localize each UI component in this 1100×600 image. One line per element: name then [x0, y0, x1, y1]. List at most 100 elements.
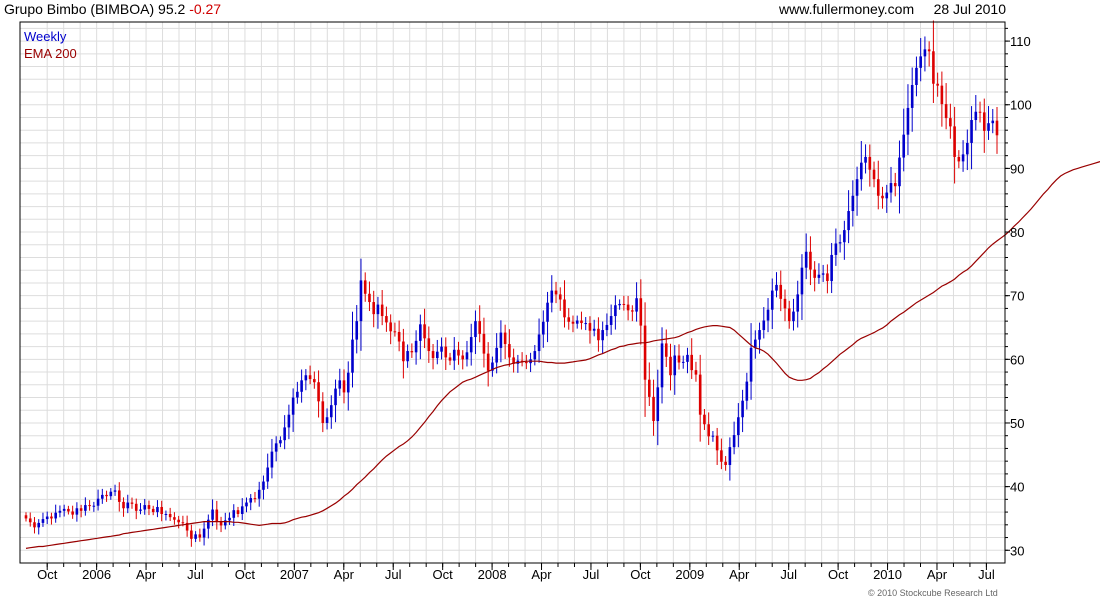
- candle-body: [232, 510, 236, 518]
- candle-body: [109, 491, 113, 497]
- candle-body: [762, 320, 766, 331]
- copyright: © 2010 Stockcube Research Ltd: [868, 588, 998, 598]
- candle-body: [910, 85, 914, 108]
- candles: [24, 20, 999, 547]
- candle-body: [745, 381, 749, 401]
- candle-body: [363, 280, 367, 294]
- candle-body: [160, 506, 163, 514]
- candle-body: [546, 302, 549, 322]
- candle-body: [423, 324, 426, 339]
- candle-body: [851, 195, 855, 212]
- candle-body: [626, 304, 630, 311]
- candle-body: [537, 334, 541, 352]
- candle-body: [58, 510, 62, 513]
- candle-body: [397, 331, 401, 342]
- grid: [20, 22, 1005, 563]
- candle-body: [62, 508, 66, 511]
- candle-body: [84, 505, 87, 511]
- plot-frame: [19, 21, 1006, 564]
- candle-body: [486, 353, 490, 371]
- candle-body: [45, 516, 49, 520]
- candle-body: [96, 498, 100, 506]
- candle-body: [351, 339, 354, 373]
- candle-body: [151, 508, 155, 513]
- candle-body: [648, 379, 651, 397]
- candle-body: [961, 154, 965, 162]
- candle-body: [296, 391, 299, 398]
- candle-body: [622, 303, 626, 305]
- candle-body: [885, 192, 889, 199]
- candle-body: [821, 273, 825, 275]
- candle-body: [270, 451, 274, 468]
- candle-body: [588, 323, 592, 331]
- candle-body: [932, 51, 935, 84]
- candle-body: [584, 323, 588, 325]
- candle-body: [533, 351, 537, 360]
- candle-body: [376, 304, 380, 315]
- candle-body: [754, 339, 757, 348]
- x-tick-label: Jul: [385, 567, 402, 582]
- candle-body: [978, 111, 982, 113]
- candle-body: [389, 322, 392, 332]
- y-tick-label: 50: [1010, 416, 1024, 431]
- candle-body: [257, 489, 261, 499]
- candle-body: [605, 324, 609, 331]
- candle-body: [134, 503, 138, 511]
- candle-body: [970, 120, 973, 143]
- candle-body: [452, 349, 456, 361]
- x-tick-label: Apr: [136, 567, 157, 582]
- candle-body: [898, 157, 901, 187]
- candle-body: [173, 517, 176, 520]
- candle-body: [563, 299, 566, 318]
- candle-body: [609, 316, 613, 325]
- candle-body: [88, 505, 91, 507]
- candle-body: [168, 513, 172, 518]
- candle-body: [542, 321, 545, 335]
- candle-body: [864, 156, 867, 163]
- candle-body: [406, 351, 409, 362]
- candle-body: [431, 351, 435, 359]
- candle-body: [809, 251, 812, 270]
- candle-body: [461, 355, 465, 360]
- candle-body: [304, 375, 308, 381]
- candle-body: [681, 361, 685, 363]
- candle-body: [478, 321, 481, 334]
- candle-body: [741, 400, 744, 418]
- candle-body: [283, 427, 286, 441]
- candle-body: [385, 316, 388, 323]
- candle-body: [715, 435, 719, 451]
- x-tick-label: 2007: [280, 567, 309, 582]
- candle-body: [190, 530, 193, 539]
- candle-body: [287, 414, 291, 428]
- candle-body: [380, 304, 384, 317]
- candle-body: [368, 293, 371, 303]
- candle-body: [342, 380, 346, 393]
- candle-body: [813, 269, 816, 278]
- candle-body: [130, 502, 134, 504]
- candle-body: [673, 355, 677, 376]
- candle-body: [419, 324, 422, 341]
- candle-body: [28, 518, 32, 523]
- candle-body: [240, 506, 244, 514]
- candle-body: [847, 211, 850, 231]
- ema-200-path: [25, 161, 1100, 549]
- candle-body: [440, 346, 443, 352]
- candle-body: [927, 49, 931, 52]
- candle-body: [893, 183, 897, 187]
- x-axis: Oct 2006 Apr Jul Oct 2007 Apr Jul Oct 2008 Apr Jul O…: [37, 563, 995, 582]
- x-tick-label: Oct: [433, 567, 454, 582]
- candle-body: [982, 112, 986, 131]
- candle-body: [770, 290, 774, 310]
- candle-body: [677, 355, 681, 363]
- candle-body: [923, 49, 927, 57]
- candle-body: [156, 506, 159, 513]
- candle-body: [143, 505, 147, 510]
- candle-body: [37, 522, 41, 528]
- candle-body: [919, 56, 922, 68]
- candle-body: [359, 280, 363, 322]
- candle-body: [792, 311, 795, 322]
- candle-body: [698, 374, 702, 415]
- candle-body: [889, 183, 893, 193]
- candle-body: [334, 388, 337, 406]
- candle-body: [592, 328, 596, 331]
